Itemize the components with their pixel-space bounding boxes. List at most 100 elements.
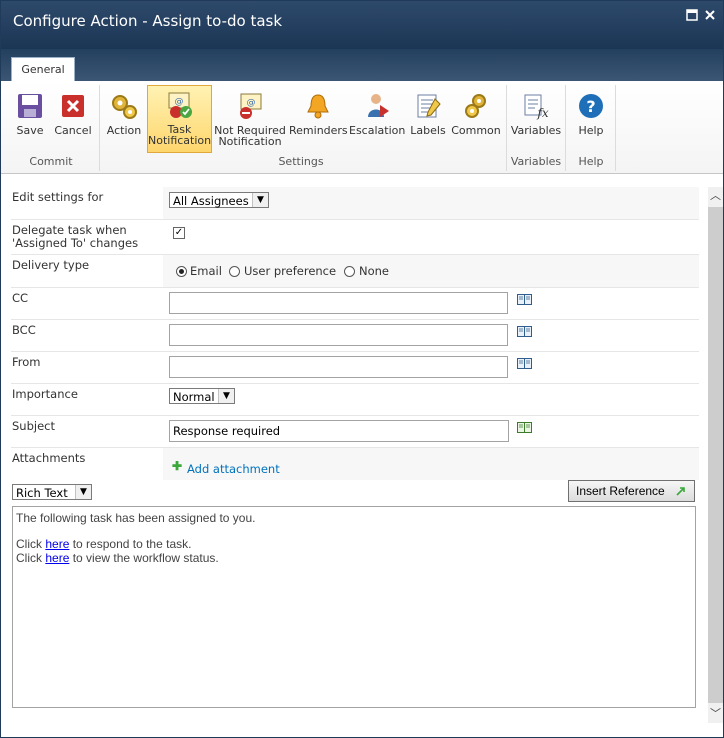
row-edit-settings: Edit settings for All Assignees ▼ [11, 187, 699, 220]
help-button[interactable]: ? Help [569, 83, 613, 153]
help-label: Help [578, 124, 604, 137]
delivery-email-radio[interactable] [176, 266, 187, 277]
row-bcc: BCC [11, 320, 699, 352]
bcc-input[interactable] [169, 324, 508, 346]
row-attachments: Attachments ✚ Add attachment [11, 448, 699, 480]
importance-label: Importance [12, 387, 78, 401]
close-icon[interactable] [703, 9, 717, 23]
bell-icon [307, 94, 329, 119]
ribbon: Save Cancel Commit Action @ Task Notific… [1, 81, 723, 174]
row-subject: Subject Response required [11, 416, 699, 448]
escalation-button[interactable]: Escalation [349, 83, 405, 153]
cc-input[interactable] [169, 292, 508, 314]
common-button[interactable]: Common [451, 83, 501, 153]
common-gears-icon [465, 94, 486, 118]
row-importance: Importance Normal ▼ [11, 384, 699, 416]
message-body-editor[interactable]: The following task has been assigned to … [12, 506, 696, 708]
row-cc: CC [11, 288, 699, 320]
address-book-icon[interactable] [517, 294, 532, 305]
importance-select[interactable]: Normal ▼ [169, 388, 235, 404]
click-text: Click [16, 551, 46, 565]
action-button[interactable]: Action [103, 83, 145, 153]
workflow-status-text: to view the workflow status. [69, 551, 219, 565]
delivery-none-label: None [359, 264, 390, 278]
message-line-1: The following task has been assigned to … [16, 511, 256, 525]
group-separator [99, 85, 100, 171]
click-text: Click [16, 537, 46, 551]
plus-icon[interactable]: ✚ [172, 460, 182, 472]
radio-selected-dot [179, 269, 184, 274]
save-icon [18, 94, 42, 118]
delivery-none-radio[interactable] [344, 266, 355, 277]
subject-input[interactable]: Response required [169, 420, 509, 442]
delivery-user-preference-radio[interactable] [229, 266, 240, 277]
svg-text:fx: fx [536, 106, 548, 120]
message-line-2: Click here to respond to the task. [16, 537, 692, 551]
delegate-label-line2: 'Assigned To' changes [12, 236, 139, 250]
add-attachment-link[interactable]: Add attachment [187, 462, 280, 476]
workflow-status-here-link[interactable]: here [45, 551, 69, 565]
importance-value: Normal [173, 390, 215, 404]
row-value-area [163, 320, 699, 351]
address-book-icon[interactable] [517, 358, 532, 369]
svg-text:?: ? [586, 97, 595, 116]
delivery-user-preference-label: User preference [244, 264, 337, 278]
common-label: Common [451, 124, 501, 137]
maximize-icon[interactable] [685, 9, 699, 23]
row-delivery-type: Delivery type Email User preference None [11, 255, 699, 288]
group-separator [615, 85, 616, 171]
svg-text:@: @ [247, 98, 256, 108]
respond-text: to respond to the task. [69, 537, 192, 551]
labels-button[interactable]: Labels [407, 83, 449, 153]
cancel-label: Cancel [54, 124, 92, 137]
task-notification-label-2: Notification [148, 134, 212, 147]
address-book-icon[interactable] [517, 326, 532, 337]
save-button[interactable]: Save [9, 83, 51, 153]
delegate-checkbox[interactable]: ✓ [173, 227, 185, 239]
subject-label: Subject [12, 419, 55, 433]
insert-reference-button[interactable]: Insert Reference [568, 480, 695, 502]
group-variables-label: Variables [510, 155, 562, 168]
delivery-email-label: Email [190, 264, 222, 278]
not-required-notification-button[interactable]: @ Not Required Notification [213, 83, 287, 153]
editor-format-select[interactable]: Rich Text ▼ [12, 484, 92, 500]
title-bar: Configure Action - Assign to-do task [1, 1, 723, 49]
row-value-area [163, 352, 699, 383]
tab-general[interactable]: General [11, 57, 75, 82]
reminders-label: Reminders [289, 124, 348, 137]
insert-reference-icon[interactable] [517, 422, 532, 433]
chevron-down-icon: ▼ [218, 389, 234, 403]
group-help-label: Help [578, 155, 604, 168]
escalation-icon [368, 94, 389, 117]
delegate-label: Delegate task when 'Assigned To' changes [12, 224, 162, 250]
action-label: Action [106, 124, 142, 137]
respond-here-link[interactable]: here [45, 537, 69, 551]
vertical-scrollbar[interactable]: ︿ ﹀ [708, 187, 723, 723]
chevron-down-icon: ▼ [75, 485, 91, 499]
scrollbar-thumb[interactable] [708, 207, 723, 703]
gears-icon [112, 95, 137, 119]
message-line-3: Click here to view the workflow status. [16, 551, 692, 565]
delegate-label-line1: Delegate task when [12, 223, 127, 237]
row-value-area: Response required [163, 416, 699, 447]
group-separator [565, 85, 566, 171]
labels-icon [417, 94, 441, 118]
dialog-window: Configure Action - Assign to-do task Gen… [0, 0, 724, 738]
cancel-button[interactable]: Cancel [53, 83, 93, 153]
from-input[interactable] [169, 356, 508, 378]
scroll-up-icon[interactable]: ︿ [708, 187, 723, 205]
edit-settings-select[interactable]: All Assignees ▼ [169, 192, 269, 208]
edit-settings-value: All Assignees [173, 194, 249, 208]
row-value-area: Normal ▼ [163, 384, 699, 415]
row-value-area: ✓ [163, 220, 699, 254]
scroll-down-icon[interactable]: ﹀ [708, 705, 723, 723]
variables-button[interactable]: fx Variables [509, 83, 563, 153]
variables-label: Variables [510, 124, 562, 137]
row-value-area: ✚ Add attachment [163, 448, 699, 480]
reminders-button[interactable]: Reminders [289, 83, 348, 153]
edit-settings-label: Edit settings for [12, 190, 104, 204]
task-notification-button[interactable]: @ Task Notification [147, 85, 212, 153]
not-required-icon: @ [240, 93, 262, 119]
delivery-type-label: Delivery type [12, 258, 90, 272]
